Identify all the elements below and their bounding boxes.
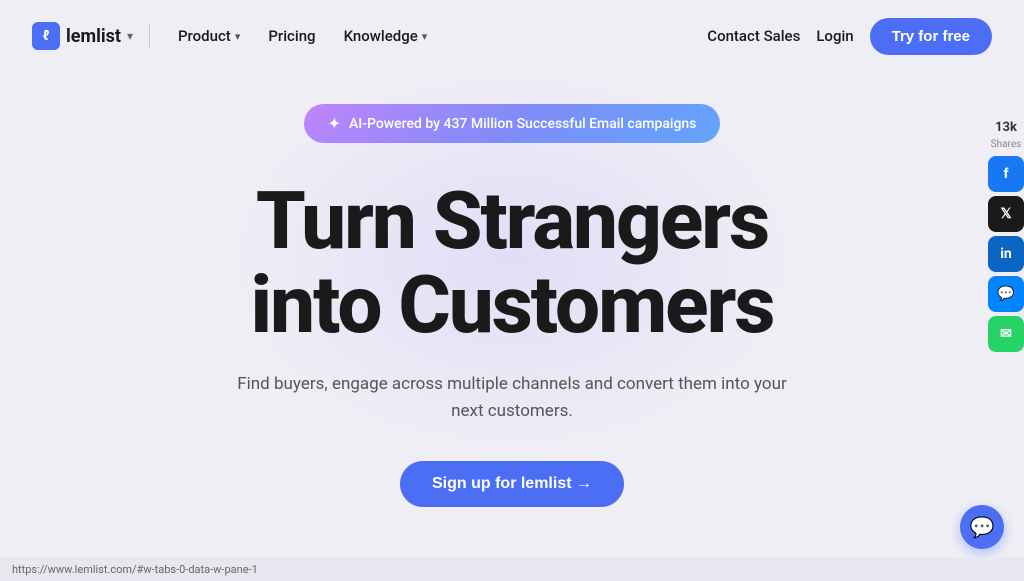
badge-pill: ✦ AI-Powered by 437 Million Successful E…: [304, 104, 721, 143]
nav-product-label: Product: [178, 27, 231, 45]
status-url: https://www.lemlist.com/#w-tabs-0-data-w…: [12, 563, 258, 576]
nav-right: Contact Sales Login Try for free: [707, 18, 992, 55]
status-bar: https://www.lemlist.com/#w-tabs-0-data-w…: [0, 557, 1024, 581]
login-link[interactable]: Login: [816, 27, 853, 45]
nav-knowledge[interactable]: Knowledge ▾: [332, 19, 440, 53]
facebook-icon: f: [1003, 166, 1008, 182]
share-label: Shares: [991, 139, 1022, 150]
social-sidebar: 13k Shares f 𝕏 in 💬 ✉: [988, 120, 1024, 354]
nav-knowledge-label: Knowledge: [344, 27, 418, 45]
messenger-icon: 💬: [997, 286, 1014, 302]
whatsapp-icon: ✉: [1000, 326, 1012, 342]
knowledge-chevron-icon: ▾: [422, 30, 428, 43]
messenger-share-button[interactable]: 💬: [988, 276, 1024, 312]
share-count: 13k: [995, 120, 1017, 135]
headline: Turn Strangers into Customers: [251, 179, 774, 347]
logo-wrapper[interactable]: ℓ lemlist ▾: [32, 22, 133, 50]
hero-section: ✦ AI-Powered by 437 Million Successful E…: [0, 72, 1024, 507]
contact-sales-link[interactable]: Contact Sales: [707, 27, 800, 45]
navbar: ℓ lemlist ▾ Product ▾ Pricing Knowledge …: [0, 0, 1024, 72]
logo-icon: ℓ: [32, 22, 60, 50]
whatsapp-share-button[interactable]: ✉: [988, 316, 1024, 352]
headline-line1: Turn Strangers: [256, 174, 768, 268]
product-chevron-icon: ▾: [235, 30, 241, 43]
subheadline: Find buyers, engage across multiple chan…: [232, 371, 792, 425]
linkedin-icon: in: [1000, 246, 1012, 262]
twitter-share-button[interactable]: 𝕏: [988, 196, 1024, 232]
facebook-share-button[interactable]: f: [988, 156, 1024, 192]
badge-text: AI-Powered by 437 Million Successful Ema…: [349, 116, 696, 132]
logo-text: lemlist: [66, 26, 121, 47]
nav-left: ℓ lemlist ▾ Product ▾ Pricing Knowledge …: [32, 19, 439, 53]
chat-icon: 💬: [970, 515, 995, 539]
nav-product[interactable]: Product ▾: [166, 19, 252, 53]
headline-line2: into Customers: [251, 258, 774, 352]
nav-pricing-label: Pricing: [268, 27, 315, 45]
nav-divider: [149, 24, 150, 48]
try-for-free-button[interactable]: Try for free: [870, 18, 992, 55]
signup-button[interactable]: Sign up for lemlist →: [400, 461, 624, 507]
chat-bubble-button[interactable]: 💬: [960, 505, 1004, 549]
logo-chevron-icon: ▾: [127, 29, 133, 43]
twitter-icon: 𝕏: [1000, 206, 1011, 222]
nav-pricing[interactable]: Pricing: [256, 19, 327, 53]
linkedin-share-button[interactable]: in: [988, 236, 1024, 272]
nav-links: Product ▾ Pricing Knowledge ▾: [166, 19, 439, 53]
sparkle-icon: ✦: [328, 114, 341, 133]
